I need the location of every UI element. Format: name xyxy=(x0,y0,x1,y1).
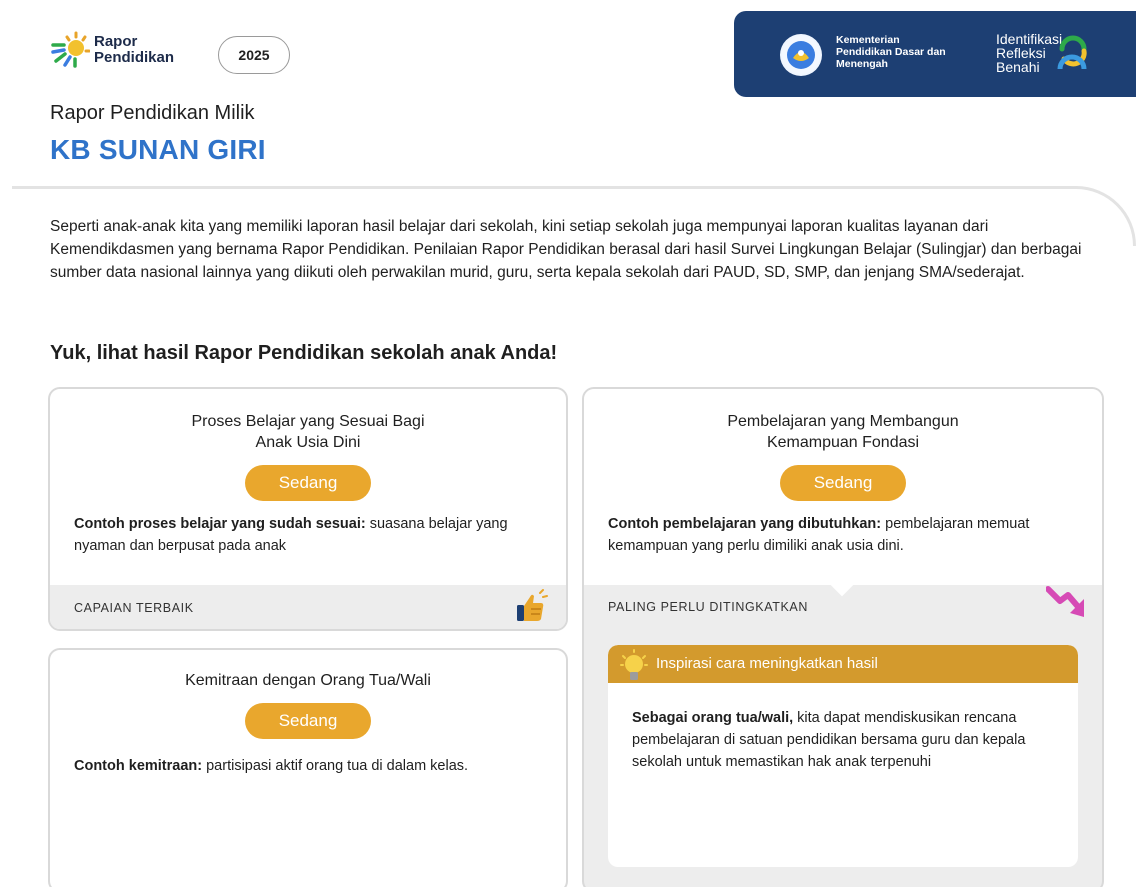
card-description-label: Contoh kemitraan: xyxy=(74,758,203,774)
level-badge: Sedang xyxy=(245,465,371,501)
card-top: Pembelajaran yang Membangun Kemampuan Fo… xyxy=(584,389,1102,585)
year-badge[interactable]: 2025 xyxy=(218,36,290,74)
card-title: Pembelajaran yang Membangun Kemampuan Fo… xyxy=(584,411,1102,453)
inspiration-header: Inspirasi cara meningkatkan hasil xyxy=(608,645,1078,683)
card-description: Contoh pembelajaran yang dibutuhkan: pem… xyxy=(608,513,1080,557)
intro-paragraph: Seperti anak-anak kita yang memiliki lap… xyxy=(50,218,1082,281)
brand: Rapor Pendidikan xyxy=(50,24,174,76)
footer-label: PALING PERLU DITINGKATKAN xyxy=(608,600,808,614)
inspiration-body-label: Sebagai orang tua/wali, xyxy=(632,710,794,726)
card-description: Contoh proses belajar yang sudah sesuai:… xyxy=(74,513,544,557)
ministry-banner: Kementerian Pendidikan Dasar dan Menenga… xyxy=(734,11,1136,97)
card-title-line-2: Kemampuan Fondasi xyxy=(766,434,920,451)
indicator-card-parent-partnership[interactable]: Kemitraan dengan Orang Tua/Wali Sedang C… xyxy=(48,648,568,887)
card-footer: CAPAIAN TERBAIK xyxy=(50,585,566,629)
inspiration-panel: Inspirasi cara meningkatkan hasil Sebaga… xyxy=(608,645,1078,867)
footer-label: CAPAIAN TERBAIK xyxy=(74,601,194,615)
brand-line-2: Pendidikan xyxy=(94,49,175,66)
lightbulb-icon xyxy=(620,648,652,688)
level-badge: Sedang xyxy=(780,465,906,501)
card-description-text: partisipasi aktif orang tua di dalam kel… xyxy=(202,758,469,774)
indicator-card-foundational-learning[interactable]: Pembelajaran yang Membangun Kemampuan Fo… xyxy=(582,387,1104,887)
thumbs-up-icon xyxy=(514,589,548,625)
irb-tagline: Identifikasi Refleksi Benahi xyxy=(996,32,1062,74)
section-title: Yuk, lihat hasil Rapor Pendidikan sekola… xyxy=(50,342,558,364)
rapor-pendidikan-logo-icon xyxy=(50,24,91,76)
card-title-line-2: Anak Usia Dini xyxy=(255,434,361,451)
page-subtitle: Rapor Pendidikan Milik xyxy=(50,102,255,124)
card-title: Proses Belajar yang Sesuai Bagi Anak Usi… xyxy=(50,411,566,453)
card-title-line-1: Pembelajaran yang Membangun xyxy=(727,413,959,430)
irb-ring-icon xyxy=(1056,35,1090,72)
inspiration-body: Sebagai orang tua/wali, kita dapat mendi… xyxy=(608,683,1078,773)
brand-name: Rapor Pendidikan xyxy=(94,34,174,66)
tut-wuri-handayani-emblem-icon xyxy=(780,34,822,76)
trend-down-arrow-icon xyxy=(1045,585,1088,623)
level-badge: Sedang xyxy=(245,703,371,739)
ministry-line-1: Kementerian xyxy=(836,34,900,46)
card-description-label: Contoh proses belajar yang sudah sesuai: xyxy=(74,516,366,532)
ministry-line-3: Menengah xyxy=(836,58,888,70)
card-title: Kemitraan dengan Orang Tua/Wali xyxy=(185,672,431,689)
irb-line-1: Identifikasi xyxy=(996,31,1063,47)
irb-line-2: Refleksi xyxy=(996,45,1046,61)
card-title-line-1: Proses Belajar yang Sesuai Bagi xyxy=(191,413,425,430)
irb-line-3: Benahi xyxy=(996,59,1040,75)
ministry-line-2: Pendidikan Dasar dan xyxy=(836,46,946,58)
indicator-card-learning-process[interactable]: Proses Belajar yang Sesuai Bagi Anak Usi… xyxy=(48,387,568,631)
card-description-label: Contoh pembelajaran yang dibutuhkan: xyxy=(608,516,882,532)
card-description: Contoh kemitraan: partisipasi aktif oran… xyxy=(74,755,544,777)
school-name: KB SUNAN GIRI xyxy=(50,134,266,165)
inspiration-title: Inspirasi cara meningkatkan hasil xyxy=(656,655,878,672)
brand-line-1: Rapor xyxy=(94,33,138,50)
ministry-name: Kementerian Pendidikan Dasar dan Menenga… xyxy=(836,34,946,70)
